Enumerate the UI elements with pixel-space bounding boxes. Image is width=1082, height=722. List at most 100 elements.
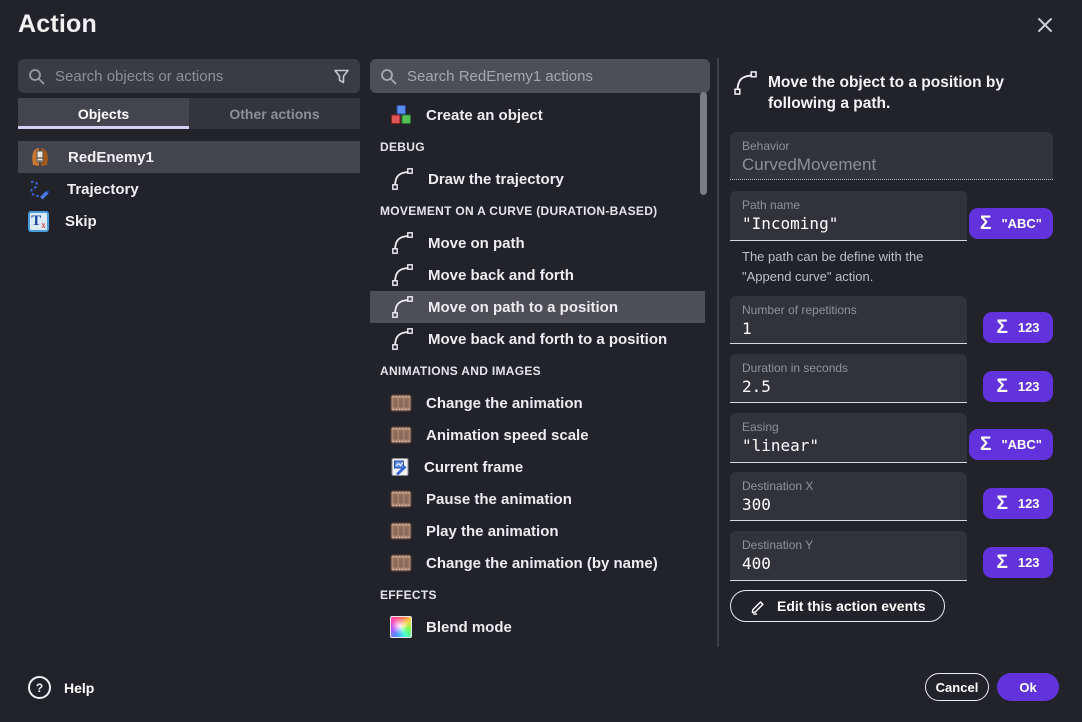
expression-type-label: "ABC" [1001, 216, 1042, 231]
action-item-move-back-and-forth-to-position[interactable]: Move back and forth to a position [370, 323, 705, 355]
action-item-move-on-path[interactable]: Move on path [370, 227, 705, 259]
action-item-move-back-and-forth[interactable]: Move back and forth [370, 259, 705, 291]
action-label: Play the animation [426, 523, 559, 540]
expression-builder-button-path-name[interactable]: Σ "ABC" [969, 208, 1053, 239]
action-description: Move the object to a position by followi… [768, 72, 1060, 114]
curve-icon [390, 295, 414, 319]
field-label: Number of repetitions [730, 296, 967, 317]
action-item-current-frame[interactable]: Current frame [370, 451, 705, 483]
field-helper-text: The path can be define with the "Append … [742, 247, 974, 287]
section-header-label: DEBUG [380, 140, 425, 154]
field-label: Easing [730, 413, 967, 434]
field-label: Path name [730, 191, 967, 212]
action-item-animation-speed-scale[interactable]: Animation speed scale [370, 419, 705, 451]
curve-icon [390, 231, 414, 255]
expression-type-label: 123 [1018, 379, 1040, 394]
field-value: "linear" [730, 434, 967, 455]
expression-builder-button-destination-y[interactable]: Σ 123 [983, 547, 1053, 578]
action-label: Move back and forth to a position [428, 331, 667, 348]
pencil-icon [749, 598, 766, 615]
section-header-animations-images: ANIMATIONS AND IMAGES [370, 355, 705, 387]
field-value: "Incoming" [730, 212, 967, 233]
section-header-label: EFFECTS [380, 588, 437, 602]
action-item-change-animation[interactable]: Change the animation [370, 387, 705, 419]
object-label: RedEnemy1 [68, 149, 154, 166]
field-value: CurvedMovement [730, 153, 1053, 175]
expression-type-label: "ABC" [1001, 437, 1042, 452]
action-item-change-animation-by-name[interactable]: Change the animation (by name) [370, 547, 705, 579]
film-strip-icon [390, 522, 412, 540]
text-object-icon: Tx [28, 211, 49, 232]
actions-search-bar[interactable] [370, 59, 710, 93]
cancel-button[interactable]: Cancel [925, 673, 989, 701]
action-label: Move back and forth [428, 267, 574, 284]
film-strip-icon [390, 490, 412, 508]
frame-document-icon [390, 457, 410, 477]
action-label: Move on path to a position [428, 299, 618, 316]
filter-funnel-icon[interactable] [333, 68, 350, 85]
section-header-label: MOVEMENT ON A CURVE (DURATION-BASED) [380, 204, 657, 218]
sigma-icon: Σ [996, 553, 1007, 572]
action-item-blend-mode[interactable]: Blend mode [370, 611, 705, 643]
expression-builder-button-repetitions[interactable]: Σ 123 [983, 312, 1053, 343]
field-destination-x[interactable]: Destination X 300 [730, 472, 967, 521]
ok-button[interactable]: Ok [997, 673, 1059, 701]
action-label: Draw the trajectory [428, 171, 564, 188]
expression-builder-button-destination-x[interactable]: Σ 123 [983, 488, 1053, 519]
field-value: 1 [730, 317, 967, 338]
expression-type-label: 123 [1018, 496, 1040, 511]
help-icon: ? [28, 676, 51, 699]
sigma-icon: Σ [980, 214, 991, 233]
section-header-effects: EFFECTS [370, 579, 705, 611]
action-item-play-animation[interactable]: Play the animation [370, 515, 705, 547]
actions-search-input[interactable] [405, 67, 700, 86]
tab-objects-label: Objects [78, 106, 129, 122]
field-value: 2.5 [730, 375, 967, 396]
curve-icon [390, 167, 414, 191]
actions-list-scrollbar[interactable] [700, 92, 707, 195]
sigma-icon: Σ [980, 435, 991, 454]
red-enemy-sprite-icon [28, 145, 52, 169]
object-label: Trajectory [67, 181, 139, 198]
action-label: Blend mode [426, 619, 512, 636]
film-strip-icon [390, 426, 412, 444]
edit-action-events-button[interactable]: Edit this action events [730, 590, 945, 622]
expression-type-label: 123 [1018, 555, 1040, 570]
action-item-move-on-path-to-position[interactable]: Move on path to a position [370, 291, 705, 323]
curve-icon [390, 327, 414, 351]
blend-mode-icon [390, 616, 412, 638]
field-label: Behavior [730, 132, 1053, 153]
object-row-skip[interactable]: Tx Skip [18, 205, 360, 237]
field-label: Destination Y [730, 531, 967, 552]
section-header-debug: DEBUG [370, 131, 705, 163]
help-button[interactable]: ? Help [28, 676, 94, 699]
action-item-create-object[interactable]: Create an object [370, 99, 705, 131]
edit-action-events-label: Edit this action events [777, 598, 926, 614]
panel-divider [717, 58, 719, 647]
sigma-icon: Σ [996, 377, 1007, 396]
close-icon [1035, 15, 1055, 35]
action-label: Create an object [426, 107, 543, 124]
field-duration-seconds[interactable]: Duration in seconds 2.5 [730, 354, 967, 403]
field-value: 300 [730, 493, 967, 514]
field-number-of-repetitions[interactable]: Number of repetitions 1 [730, 296, 967, 344]
curve-icon [390, 263, 414, 287]
object-row-trajectory[interactable]: Trajectory [18, 173, 360, 205]
objects-search-bar[interactable] [18, 59, 360, 93]
action-item-pause-animation[interactable]: Pause the animation [370, 483, 705, 515]
search-icon [28, 68, 45, 85]
close-button[interactable] [1032, 12, 1058, 38]
field-easing[interactable]: Easing "linear" [730, 413, 967, 463]
action-label: Current frame [424, 459, 523, 476]
expression-builder-button-duration[interactable]: Σ 123 [983, 371, 1053, 402]
action-item-draw-trajectory[interactable]: Draw the trajectory [370, 163, 705, 195]
expression-builder-button-easing[interactable]: Σ "ABC" [969, 429, 1053, 460]
field-destination-y[interactable]: Destination Y 400 [730, 531, 967, 581]
tab-objects[interactable]: Objects [18, 98, 189, 129]
tab-other-actions[interactable]: Other actions [189, 98, 360, 129]
field-path-name[interactable]: Path name "Incoming" [730, 191, 967, 241]
objects-search-input[interactable] [53, 67, 333, 86]
object-row-redenemy1[interactable]: RedEnemy1 [18, 141, 360, 173]
section-header-movement-curve: MOVEMENT ON A CURVE (DURATION-BASED) [370, 195, 705, 227]
sigma-icon: Σ [996, 494, 1007, 513]
